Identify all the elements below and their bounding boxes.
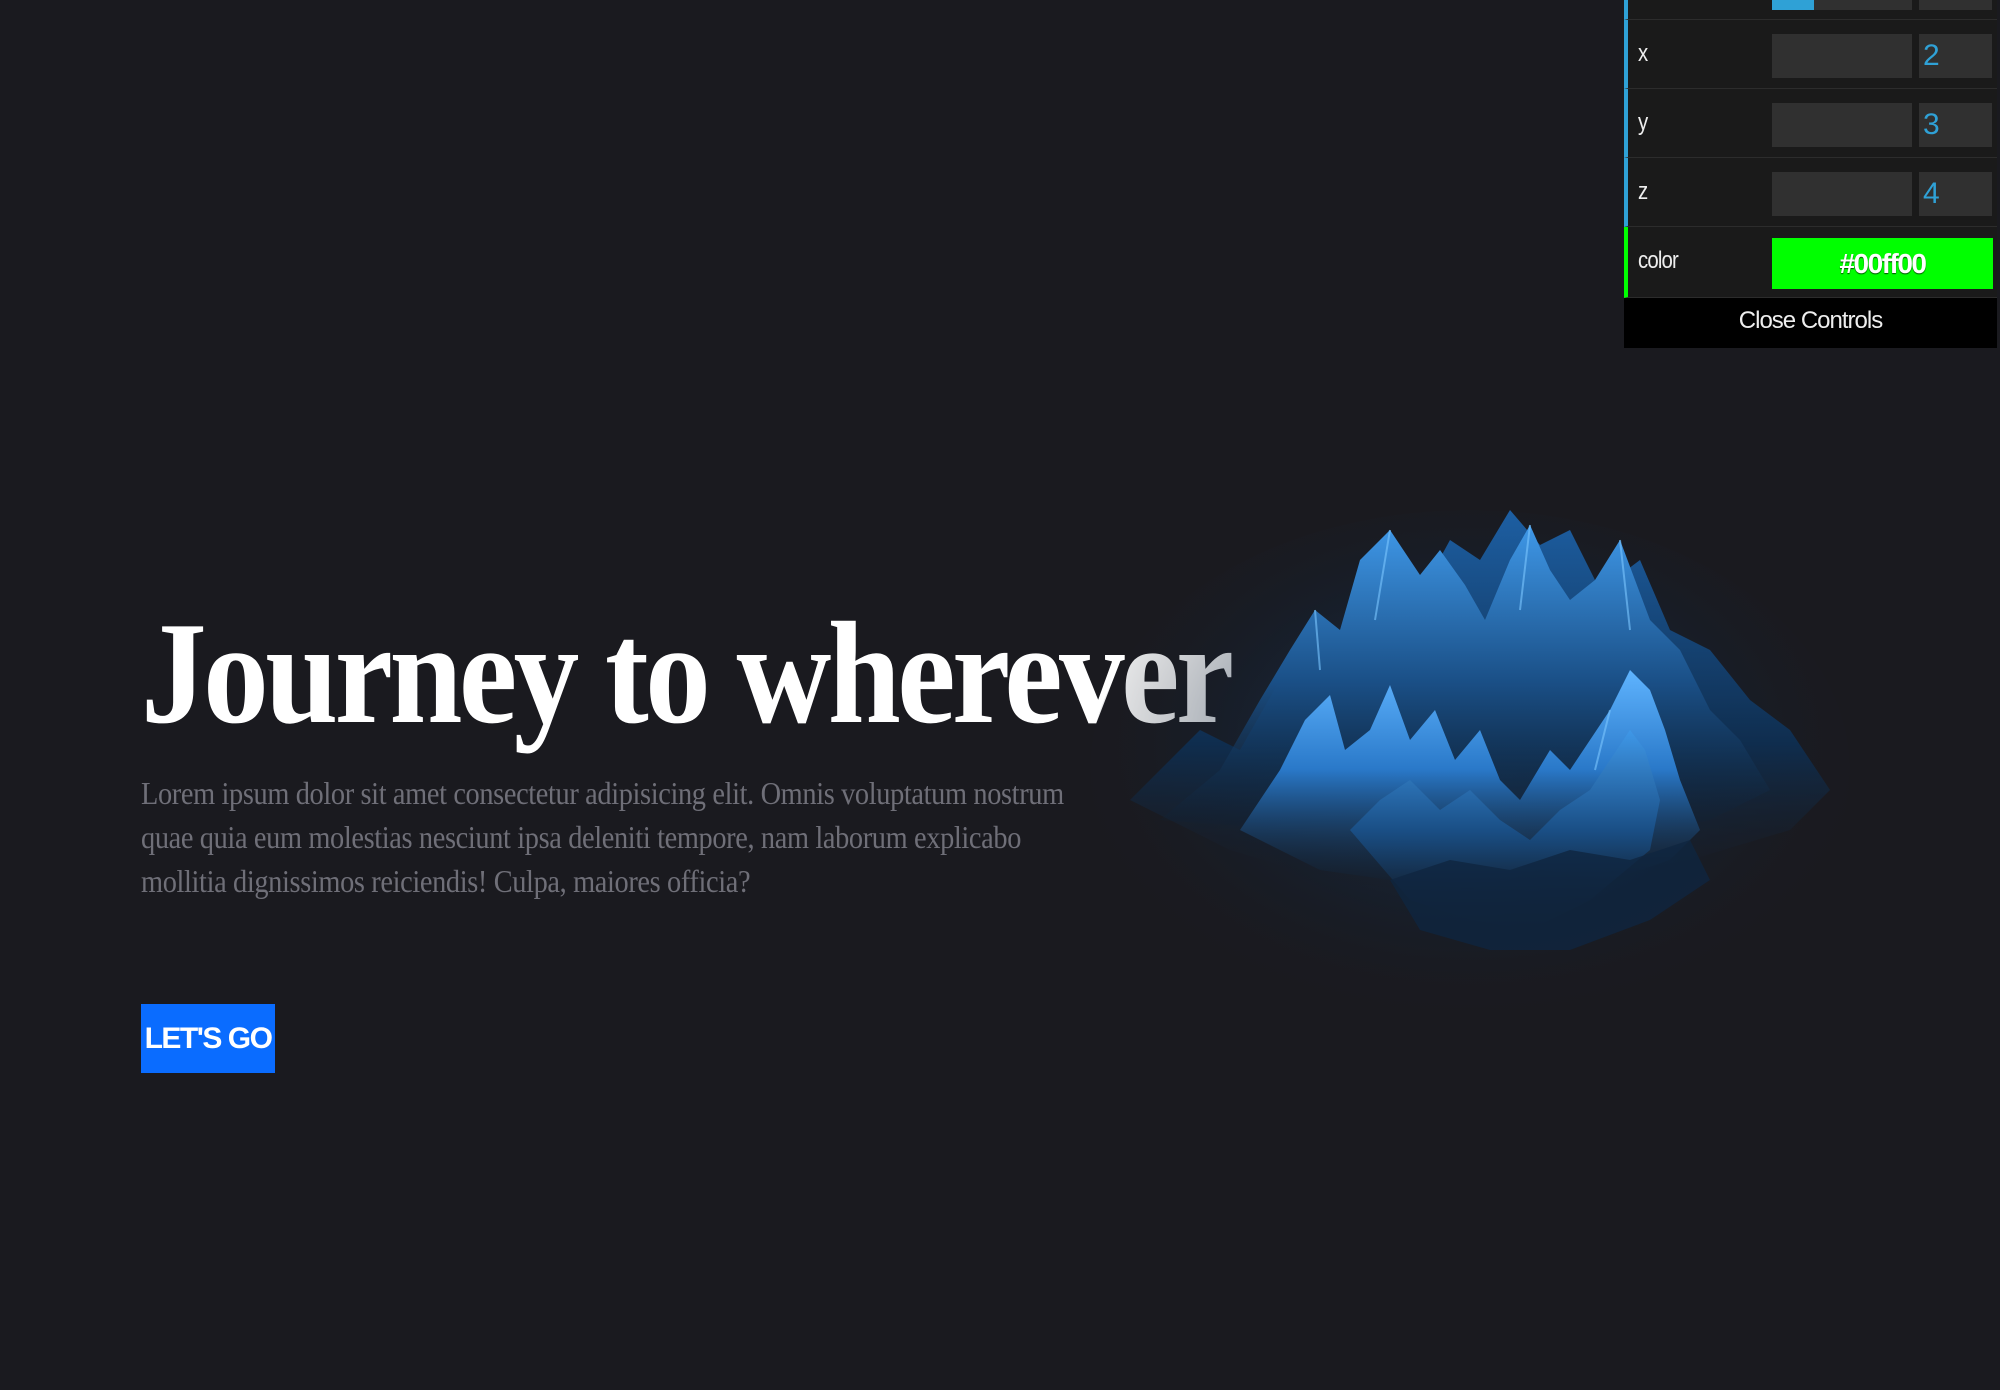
y-label: y (1638, 109, 1648, 136)
controls-panel: x y z color #00ff00 Close Controls (1624, 0, 1997, 348)
lets-go-button[interactable]: LET'S GO (141, 1004, 275, 1073)
x-label: x (1638, 40, 1648, 67)
y-slider[interactable] (1772, 103, 1912, 147)
z-label: z (1638, 178, 1648, 205)
control-row-top (1624, 0, 1997, 20)
color-label: color (1638, 247, 1679, 274)
control-row-x: x (1624, 20, 1997, 89)
hero-section: Journey to wherever Lorem ipsum dolor si… (141, 592, 1234, 904)
slider-fill (1772, 0, 1814, 10)
x-slider[interactable] (1772, 34, 1912, 78)
x-number-field[interactable] (1919, 34, 1992, 78)
control-row-z: z (1624, 158, 1997, 227)
hero-title: Journey to wherever (141, 592, 1234, 754)
z-number-field[interactable] (1919, 172, 1992, 216)
control-row-y: y (1624, 89, 1997, 158)
top-slider[interactable] (1772, 0, 1912, 10)
z-slider[interactable] (1772, 172, 1912, 216)
close-controls-button[interactable]: Close Controls (1624, 298, 1997, 348)
control-row-color: color #00ff00 (1624, 227, 1997, 298)
hero-description: Lorem ipsum dolor sit amet consectetur a… (141, 776, 1064, 899)
mountain-terrain-canvas (1090, 510, 1850, 1030)
top-number-field[interactable] (1919, 0, 1992, 10)
color-picker-field[interactable]: #00ff00 (1772, 238, 1993, 289)
y-number-field[interactable] (1919, 103, 1992, 147)
